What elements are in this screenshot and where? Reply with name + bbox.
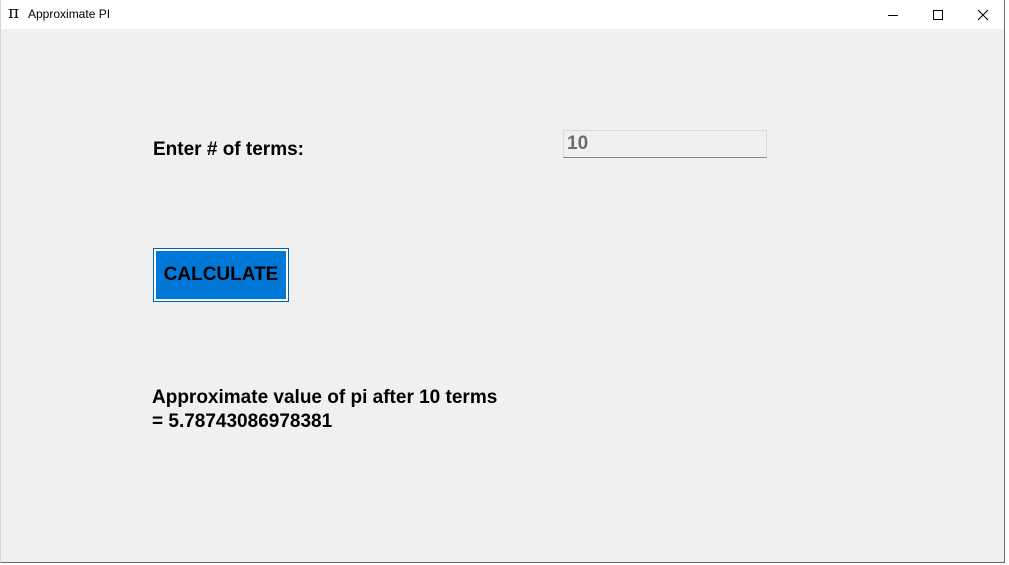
result-value: = 5.78743086978381 (152, 411, 333, 432)
client-area: Enter # of terms: CALCULATE Approximate … (1, 29, 1004, 562)
app-window: π Approximate PI Enter # of terms: CALCU… (0, 0, 1005, 563)
maximize-button[interactable] (915, 0, 961, 29)
terms-label: Enter # of terms: (153, 139, 304, 160)
result-text: Approximate value of pi after 10 terms (152, 387, 498, 408)
window-title: Approximate PI (28, 7, 111, 21)
close-button[interactable] (960, 0, 1004, 29)
minimize-icon (888, 14, 898, 16)
calculate-button[interactable]: CALCULATE (153, 248, 289, 302)
maximize-icon (933, 9, 943, 20)
pi-icon: π (8, 3, 20, 23)
close-icon (977, 9, 989, 20)
minimize-button[interactable] (870, 0, 916, 29)
title-bar[interactable]: π Approximate PI (1, 0, 1004, 29)
terms-input[interactable] (563, 130, 767, 158)
